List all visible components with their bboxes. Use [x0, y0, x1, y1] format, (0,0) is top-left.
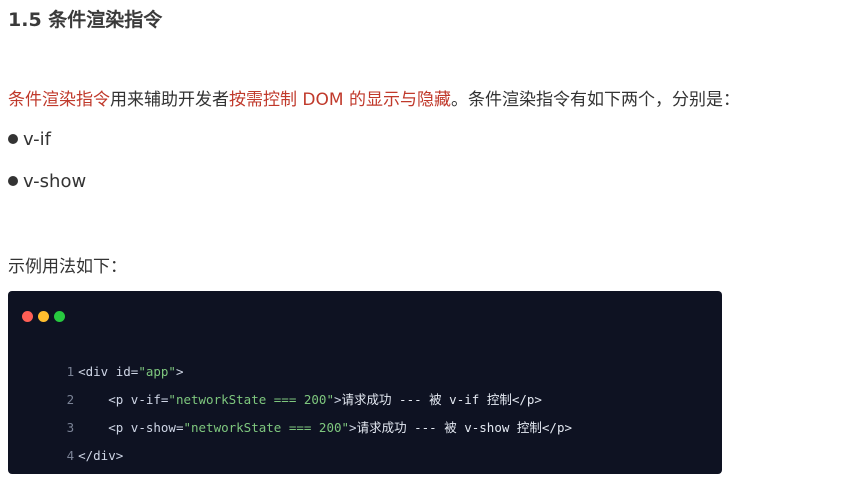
bullet-item-v-show: v-show	[8, 169, 86, 195]
bullet-dot-icon	[8, 134, 18, 144]
code-tag: </div>	[78, 448, 124, 463]
window-maximize-dot-icon	[54, 311, 65, 322]
bullet-dot-icon	[8, 176, 18, 186]
code-text: 请求成功 --- 被 v-show 控制</p>	[356, 420, 573, 435]
example-label: 示例用法如下：	[8, 257, 127, 277]
intro-text-tail: 。条件渲染指令有如下两个，分别是：	[450, 90, 740, 110]
window-controls	[22, 307, 70, 322]
bullet-label: v-if	[23, 129, 52, 150]
code-block: 1 <div id="app"> 2 <p v-if="networkState …	[8, 291, 722, 474]
window-minimize-dot-icon	[38, 311, 49, 322]
bullet-item-v-if: v-if	[8, 127, 51, 153]
intro-text: 用来辅助开发者	[110, 90, 229, 110]
section-heading: 1.5 条件渲染指令	[8, 9, 163, 31]
code-string: "networkState === 200"	[183, 420, 350, 435]
intro-highlight-purpose: 按需控制 DOM 的显示与隐藏	[229, 90, 451, 110]
intro-highlight-term: 条件渲染指令	[8, 90, 110, 110]
intro-paragraph: 条件渲染指令用来辅助开发者按需控制 DOM 的显示与隐藏。条件渲染指令有如下两个…	[8, 87, 740, 113]
window-close-dot-icon	[22, 311, 33, 322]
bullet-label: v-show	[23, 171, 87, 192]
code-tag-close: >	[349, 420, 357, 435]
line-number: 4	[66, 448, 75, 463]
code-line: 4 </div>	[8, 429, 124, 483]
